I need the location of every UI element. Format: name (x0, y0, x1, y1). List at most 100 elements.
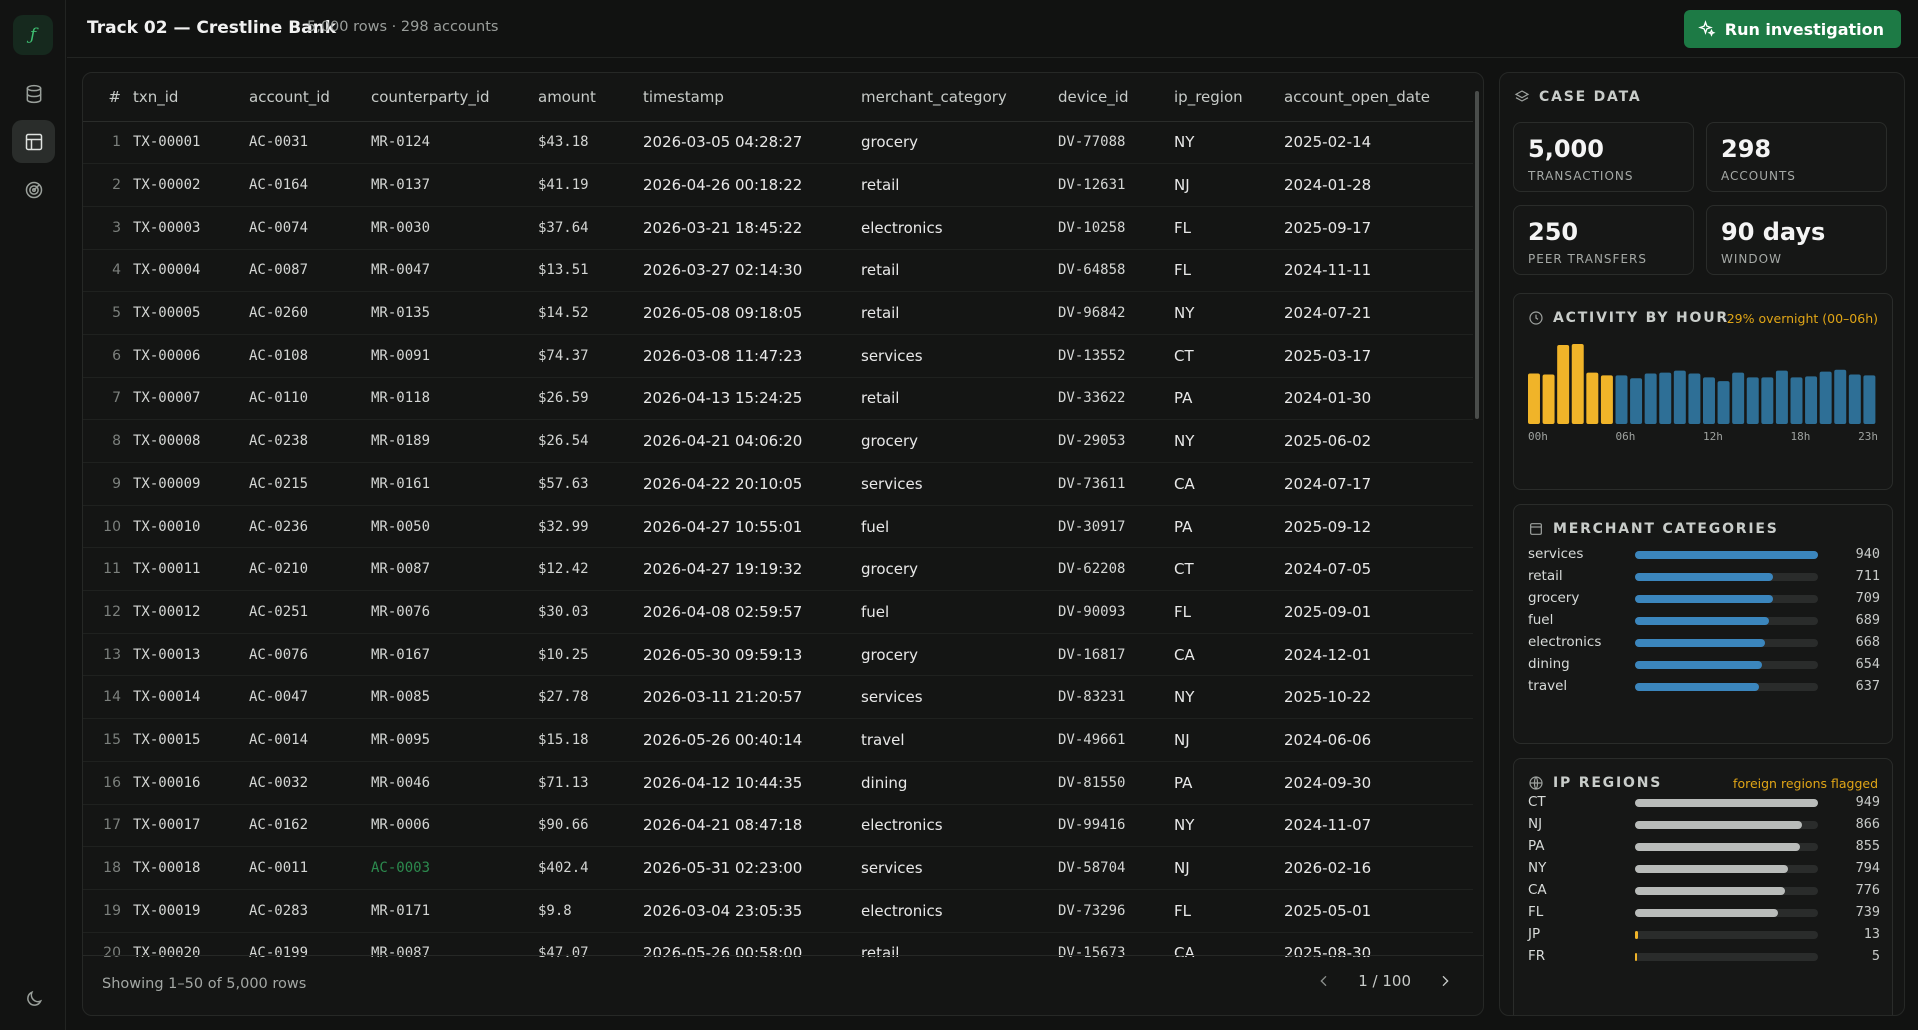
cell-timestamp: 2026-04-27 19:19:32 (643, 547, 861, 592)
activity-title: ACTIVITY BY HOUR (1553, 310, 1729, 326)
cell-timestamp: 2026-04-12 10:44:35 (643, 761, 861, 805)
chevron-right-icon[interactable] (1437, 973, 1453, 989)
stat-label: TRANSACTIONS (1528, 169, 1634, 183)
cell-amount: $41.19 (538, 163, 643, 207)
hour-bar-20 (1819, 371, 1832, 424)
bar-track (1635, 931, 1818, 939)
cell-timestamp: 2026-04-08 02:59:57 (643, 590, 861, 634)
bar-value: 855 (1855, 838, 1880, 854)
nav-data-sources[interactable] (12, 72, 55, 115)
column-header-ip_region[interactable]: ip_region (1174, 73, 1284, 122)
cell-index: 6 (83, 334, 133, 378)
table-row[interactable]: 17 TX-00017 AC-0162 MR-0006 $90.66 2026-04-21… (83, 804, 1473, 848)
bar-track (1635, 551, 1818, 559)
cell-device_id: DV-29053 (1058, 419, 1174, 463)
column-header-account_id[interactable]: account_id (249, 73, 371, 122)
cell-index: 18 (83, 846, 133, 890)
table-scroll-area[interactable]: # txn_id account_id counterparty_id amount ti… (83, 73, 1483, 957)
cell-index: 8 (83, 419, 133, 463)
table-row[interactable]: 13 TX-00013 AC-0076 MR-0167 $10.25 2026-05-30… (83, 633, 1473, 677)
cell-index: 7 (83, 377, 133, 421)
cell-timestamp: 2026-04-27 10:55:01 (643, 505, 861, 549)
table-row[interactable]: 8 TX-00008 AC-0238 MR-0189 $26.54 2026-04-21 … (83, 419, 1473, 463)
cell-account_open_date: 2024-12-01 (1284, 633, 1473, 677)
cell-amount: $37.64 (538, 206, 643, 250)
theme-toggle[interactable] (12, 977, 55, 1020)
table-row[interactable]: 15 TX-00015 AC-0014 MR-0095 $15.18 2026-05-26… (83, 718, 1473, 762)
hour-bar-7 (1630, 378, 1643, 424)
cell-account_id: AC-0074 (249, 206, 371, 250)
cell-ip_region: PA (1174, 377, 1284, 421)
cell-account_id: AC-0238 (249, 419, 371, 463)
table-row[interactable]: 19 TX-00019 AC-0283 MR-0171 $9.8 2026-03-04 2… (83, 889, 1473, 933)
table-row[interactable]: 5 TX-00005 AC-0260 MR-0135 $14.52 2026-05-08 … (83, 291, 1473, 335)
table-row[interactable]: 11 TX-00011 AC-0210 MR-0087 $12.42 2026-04-27… (83, 547, 1473, 592)
cell-device_id: DV-58704 (1058, 846, 1174, 890)
cell-account_open_date: 2025-09-17 (1284, 206, 1473, 250)
ip-regions-card: IP REGIONS foreign regions flagged CT 949… (1513, 758, 1893, 1015)
table-row[interactable]: 12 TX-00012 AC-0251 MR-0076 $30.03 2026-04-08… (83, 590, 1473, 634)
cell-device_id: DV-33622 (1058, 377, 1174, 421)
header: Track 02 — Crestline Bank 5,000 rows · 2… (67, 0, 1918, 58)
table-row[interactable]: 14 TX-00014 AC-0047 MR-0085 $27.78 2026-03-11… (83, 675, 1473, 720)
cell-timestamp: 2026-03-05 04:28:27 (643, 121, 861, 165)
cell-amount: $402.4 (538, 846, 643, 890)
bar-track (1635, 661, 1818, 669)
table-row[interactable]: 4 TX-00004 AC-0087 MR-0047 $13.51 2026-03-27 … (83, 249, 1473, 293)
merchant-row-dining: dining 654 (1528, 654, 1880, 674)
table-row[interactable]: 18 TX-00018 AC-0011 AC-0003 $402.4 2026-05-31… (83, 846, 1473, 890)
hour-bar-13 (1717, 381, 1730, 424)
column-header-timestamp[interactable]: timestamp (643, 73, 861, 122)
cell-txn_id: TX-00014 (133, 675, 249, 720)
table-row[interactable]: 3 TX-00003 AC-0074 MR-0030 $37.64 2026-03-21 … (83, 206, 1473, 250)
table-row[interactable]: 7 TX-00007 AC-0110 MR-0118 $26.59 2026-04-13 … (83, 377, 1473, 421)
table-row[interactable]: 6 TX-00006 AC-0108 MR-0091 $74.37 2026-03-08 … (83, 334, 1473, 378)
column-header-txn_id[interactable]: txn_id (133, 73, 249, 122)
column-header-amount[interactable]: amount (538, 73, 643, 122)
column-header-device_id[interactable]: device_id (1058, 73, 1174, 122)
hour-bar-4 (1586, 372, 1599, 424)
column-header-account_open_date[interactable]: account_open_date (1284, 73, 1473, 122)
stat-transactions: 5,000 TRANSACTIONS (1513, 122, 1694, 192)
table-row[interactable]: 10 TX-00010 AC-0236 MR-0050 $32.99 2026-04-27… (83, 505, 1473, 549)
cell-counterparty_id: MR-0137 (371, 163, 538, 207)
bar-track (1635, 953, 1818, 961)
app-logo[interactable]: ƒ (13, 15, 53, 55)
column-header-counterparty_id[interactable]: counterparty_id (371, 73, 538, 122)
table-row[interactable]: 9 TX-00009 AC-0215 MR-0161 $57.63 2026-04-22 … (83, 462, 1473, 506)
table-row[interactable]: 2 TX-00002 AC-0164 MR-0137 $41.19 2026-04-26 … (83, 163, 1473, 207)
foreign-regions-note: foreign regions flagged (1733, 776, 1878, 791)
chevron-left-icon[interactable] (1316, 973, 1332, 989)
run-investigation-button[interactable]: Run investigation (1683, 10, 1901, 48)
table-scrollbar[interactable] (1475, 91, 1479, 419)
hour-tick-label: 12h (1703, 430, 1723, 443)
nav-investigation[interactable] (12, 168, 55, 211)
sidebar: ƒ (0, 0, 66, 1030)
cell-account_id: AC-0236 (249, 505, 371, 549)
table-row[interactable]: 16 TX-00016 AC-0032 MR-0046 $71.13 2026-04-12… (83, 761, 1473, 805)
column-header-index[interactable]: # (83, 73, 133, 122)
bar-fill (1635, 887, 1785, 895)
cell-counterparty_id: MR-0050 (371, 505, 538, 549)
cell-amount: $57.63 (538, 462, 643, 506)
cell-txn_id: TX-00004 (133, 249, 249, 293)
cell-timestamp: 2026-03-27 02:14:30 (643, 249, 861, 293)
bar-label: travel (1528, 678, 1568, 694)
pagination: 1 / 100 (1316, 972, 1453, 990)
bar-fill (1635, 953, 1638, 961)
cell-txn_id: TX-00017 (133, 804, 249, 848)
cell-merchant_category: grocery (861, 419, 1058, 463)
cell-merchant_category: services (861, 846, 1058, 890)
cell-merchant_category: retail (861, 932, 1058, 957)
column-header-merchant_category[interactable]: merchant_category (861, 73, 1058, 122)
merchant-row-electronics: electronics 668 (1528, 632, 1880, 652)
stat-peer-transfers: 250 PEER TRANSFERS (1513, 205, 1694, 275)
bar-label: retail (1528, 568, 1563, 584)
merchant-row-travel: travel 637 (1528, 676, 1880, 696)
bar-label: dining (1528, 656, 1570, 672)
cell-timestamp: 2026-04-21 08:47:18 (643, 804, 861, 848)
table-row[interactable]: 1 TX-00001 AC-0031 MR-0124 $43.18 2026-03-05 … (83, 121, 1473, 165)
nav-table[interactable] (12, 120, 55, 163)
table-row[interactable]: 20 TX-00020 AC-0199 MR-0087 $47.07 2026-05-26… (83, 932, 1473, 957)
cell-timestamp: 2026-03-08 11:47:23 (643, 334, 861, 378)
